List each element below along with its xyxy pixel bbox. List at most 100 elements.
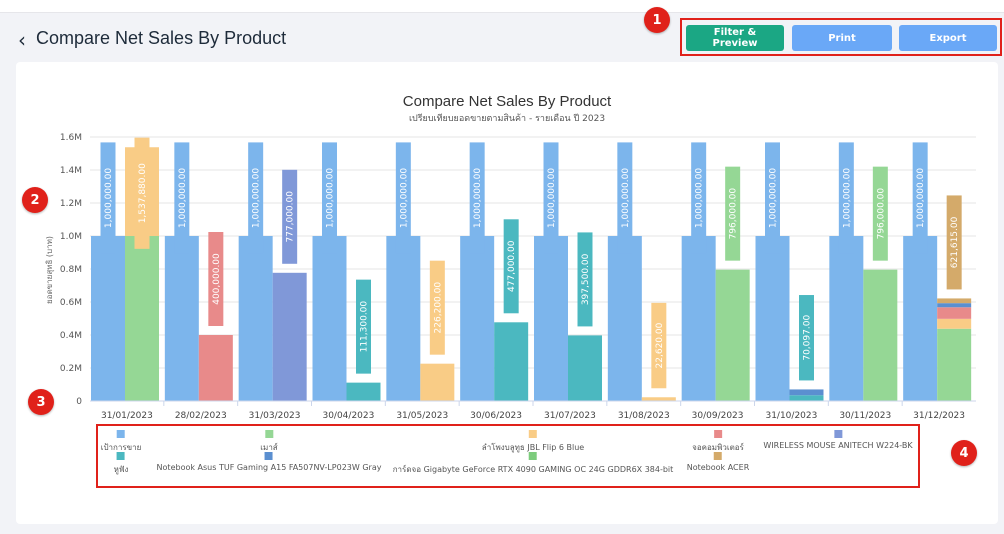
x-tick-label: 31/05/2023: [396, 411, 448, 421]
legend-item[interactable]: การ์ดจอ Gigabyte GeForce RTX 4090 GAMING…: [392, 452, 674, 476]
data-label: 1,000,000.00: [695, 168, 705, 228]
legend-label: การ์ดจอ Gigabyte GeForce RTX 4090 GAMING…: [392, 465, 674, 474]
x-tick-label: 31/12/2023: [913, 411, 965, 421]
legend-swatch-icon: [265, 452, 273, 460]
legend-item[interactable]: ลำโพงบลูทูธ JBL Flip 6 Blue: [482, 430, 584, 454]
legend-swatch-icon: [117, 430, 125, 438]
sales-bar-segment[interactable]: [789, 395, 824, 401]
data-label: 397,500.00: [581, 253, 591, 305]
y-tick-label: 0.2M: [60, 364, 82, 374]
data-label: 1,000,000.00: [842, 168, 852, 228]
data-label: 1,000,000.00: [252, 168, 262, 228]
sales-bar-segment[interactable]: [125, 236, 159, 401]
legend-item[interactable]: Notebook Asus TUF Gaming A15 FA507NV-LP0…: [156, 452, 382, 472]
data-label: 1,000,000.00: [104, 168, 114, 228]
legend-label: WIRELESS MOUSE ANITECH W224-BK: [763, 441, 913, 450]
chart-title: Compare Net Sales By Product: [403, 93, 612, 110]
marker-badge-3: 3: [28, 389, 54, 415]
legend-item[interactable]: Notebook ACER: [686, 452, 750, 472]
legend-item[interactable]: เมาส์: [260, 430, 278, 454]
data-label: 1,000,000.00: [621, 168, 631, 228]
sales-bar-segment[interactable]: [715, 269, 750, 401]
sales-bar-segment[interactable]: [937, 298, 972, 304]
target-bar[interactable]: [91, 236, 125, 401]
marker-badge-4: 4: [951, 440, 977, 466]
target-bar[interactable]: [829, 236, 864, 401]
sales-bar-segment[interactable]: [937, 328, 972, 401]
data-label: 1,000,000.00: [916, 168, 926, 228]
legend-label: Notebook ACER: [686, 463, 750, 472]
legend-label: เมาส์: [260, 443, 278, 452]
legend-label: เป้าการขาย: [100, 443, 142, 452]
sales-bar-segment[interactable]: [272, 272, 307, 401]
target-bar[interactable]: [607, 236, 642, 401]
x-tick-label: 31/08/2023: [618, 411, 670, 421]
x-tick-label: 30/06/2023: [470, 411, 522, 421]
sales-bar-segment[interactable]: [863, 269, 898, 401]
x-tick-label: 31/10/2023: [765, 411, 817, 421]
legend-item[interactable]: จอคอมพิวเตอร์: [692, 430, 744, 454]
legend-item[interactable]: WIRELESS MOUSE ANITECH W224-BK: [763, 430, 913, 450]
data-label: 1,000,000.00: [473, 168, 483, 228]
data-label: 796,000.00: [876, 188, 886, 240]
sales-bar-segment[interactable]: [494, 322, 529, 401]
data-label: 400,000.00: [212, 253, 222, 305]
y-tick-label: 0.6M: [60, 298, 82, 308]
data-label: 1,000,000.00: [769, 168, 779, 228]
x-tick-label: 31/03/2023: [249, 411, 301, 421]
target-bar[interactable]: [164, 236, 199, 401]
data-label: 477,000.00: [507, 240, 517, 292]
sales-bar-segment[interactable]: [937, 318, 972, 329]
y-tick-label: 1.2M: [60, 199, 82, 209]
y-tick-label: 1.4M: [60, 166, 82, 176]
data-label: 1,537,880.00: [138, 163, 148, 223]
data-label: 796,000.00: [729, 188, 739, 240]
legend-swatch-icon: [713, 452, 722, 460]
x-tick-label: 30/09/2023: [692, 411, 744, 421]
marker-badge-2: 2: [22, 187, 48, 213]
data-label: 1,000,000.00: [178, 168, 188, 228]
y-tick-label: 1.0M: [60, 232, 82, 242]
legend-swatch-icon: [264, 430, 273, 438]
data-label: 22,620.00: [655, 322, 665, 368]
chart-subtitle: เปรียบเทียบยอดขายตามสินค้า - รายเดือน ปี…: [409, 113, 605, 124]
y-axis: 0 0.2M 0.4M 0.6M 0.8M 1.0M 1.2M 1.4M 1.6M: [60, 133, 82, 407]
sales-bar-segment[interactable]: [420, 363, 455, 401]
x-tick-label: 30/11/2023: [839, 411, 891, 421]
data-label: 226,200.00: [433, 282, 443, 334]
legend-swatch-icon: [528, 452, 537, 460]
target-bar[interactable]: [681, 236, 716, 401]
data-label: 1,000,000.00: [547, 168, 557, 228]
data-label: 1,000,000.00: [399, 168, 409, 228]
legend-swatch-icon: [117, 452, 125, 460]
sales-bar-segment[interactable]: [937, 303, 972, 308]
y-tick-label: 0.4M: [60, 331, 82, 341]
data-label: 1,000,000.00: [326, 168, 336, 228]
legend-swatch-icon: [714, 430, 722, 438]
x-tick-label: 31/01/2023: [101, 411, 153, 421]
sales-bar-segment[interactable]: [198, 335, 233, 401]
legend-item[interactable]: หูฟัง: [113, 452, 129, 476]
target-bar[interactable]: [386, 236, 421, 401]
sales-bar-segment[interactable]: [346, 382, 381, 401]
y-axis-title: ยอดขายสุทธิ (บาท): [45, 236, 54, 304]
target-bar[interactable]: [534, 236, 568, 401]
x-tick-label: 30/04/2023: [322, 411, 374, 421]
sales-bar-segment[interactable]: [937, 307, 972, 319]
target-bar[interactable]: [312, 236, 347, 401]
target-bar[interactable]: [238, 236, 273, 401]
legend-item[interactable]: เป้าการขาย: [100, 430, 142, 454]
sales-bar-segment[interactable]: [641, 397, 676, 401]
data-label: 621,615.00: [950, 216, 960, 268]
x-axis: 31/01/2023 28/02/2023 31/03/2023 30/04/2023…: [90, 400, 976, 421]
sales-bar-segment[interactable]: [789, 389, 824, 396]
sales-bar-segment[interactable]: [568, 335, 602, 401]
data-label: 70,097.00: [803, 315, 813, 361]
target-bar[interactable]: [755, 236, 790, 401]
legend-swatch-icon: [529, 430, 537, 438]
target-bar[interactable]: [903, 236, 938, 401]
target-bar[interactable]: [460, 236, 495, 401]
legend-label: หูฟัง: [113, 465, 129, 474]
data-label: 777,000.00: [286, 191, 296, 243]
legend-label: Notebook Asus TUF Gaming A15 FA507NV-LP0…: [156, 463, 382, 472]
